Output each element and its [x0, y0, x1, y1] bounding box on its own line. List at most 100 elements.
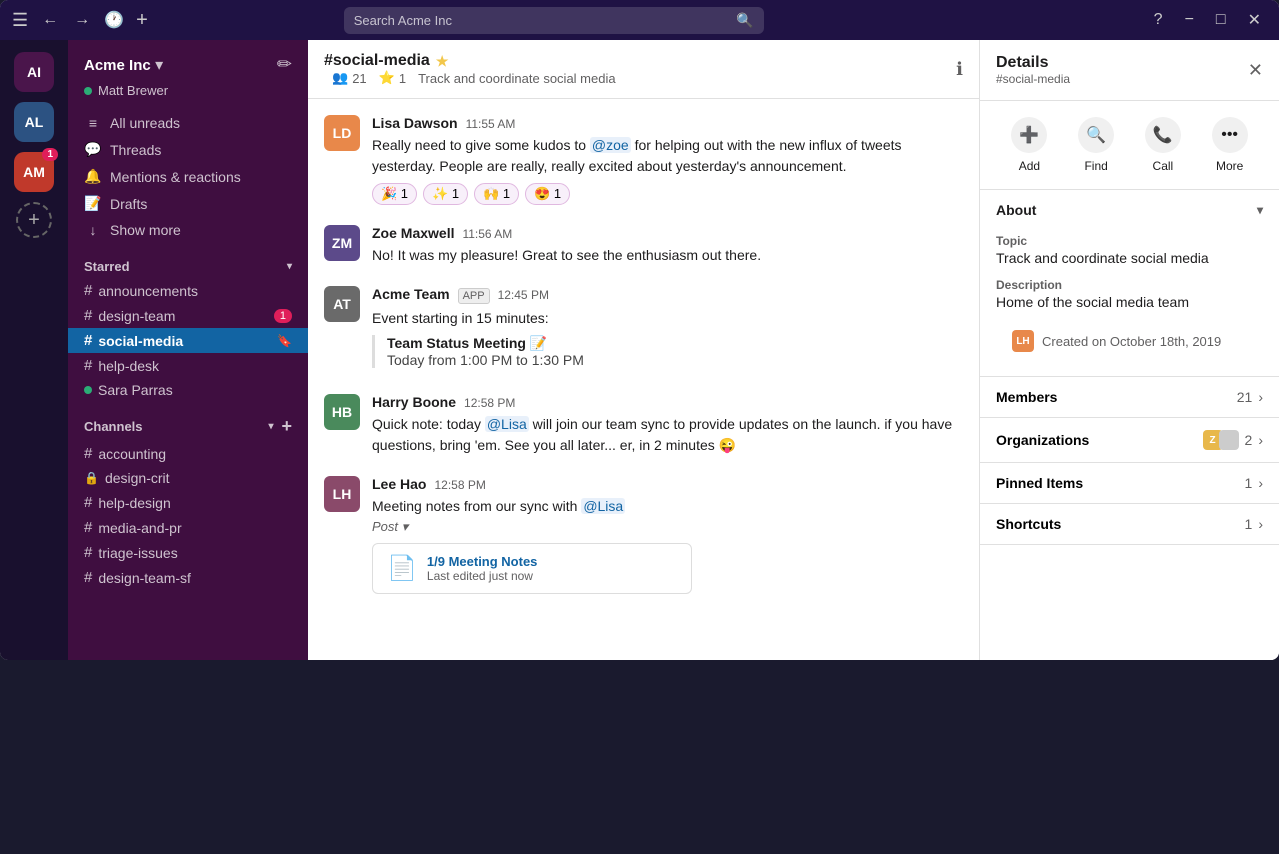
- reaction-party[interactable]: 🎉 1: [372, 183, 417, 205]
- help-button[interactable]: ?: [1148, 9, 1169, 31]
- channel-accounting[interactable]: # accounting: [68, 441, 308, 466]
- compose-button[interactable]: ✏: [277, 54, 292, 75]
- channel-announcements[interactable]: # announcements: [68, 278, 308, 303]
- header-actions: ℹ: [956, 59, 963, 80]
- chat-area: #social-media ★ 👥 21 ⭐ 1 Track and coord…: [308, 40, 979, 660]
- dm-sara-parras[interactable]: Sara Parras: [68, 378, 308, 402]
- back-button[interactable]: ←: [36, 7, 64, 33]
- messages-area: LD Lisa Dawson 11:55 AM Really need to g…: [308, 99, 979, 660]
- starred-section-header[interactable]: Starred ▾: [68, 255, 308, 278]
- channel-help-design[interactable]: # help-design: [68, 490, 308, 515]
- hash-icon: #: [84, 519, 92, 536]
- msg-text-lee: Meeting notes from our sync with @Lisa: [372, 496, 963, 517]
- shortcuts-label: Shortcuts: [996, 516, 1061, 532]
- add-workspace-button[interactable]: +: [16, 202, 52, 238]
- star-count: ⭐ 1: [379, 70, 406, 86]
- lock-icon: 🔒: [84, 471, 99, 485]
- dm-name-sara: Sara Parras: [98, 382, 173, 398]
- chat-header: #social-media ★ 👥 21 ⭐ 1 Track and coord…: [308, 40, 979, 99]
- star-icon[interactable]: ★: [436, 53, 449, 70]
- threads-label: Threads: [110, 142, 292, 158]
- compose-new-icon[interactable]: +: [136, 9, 148, 32]
- reaction-heart-eyes[interactable]: 😍 1: [525, 183, 570, 205]
- sidebar-nav: ≡ All unreads 💬 Threads 🔔 Mentions & rea…: [68, 106, 308, 247]
- description-label: Description: [996, 278, 1263, 292]
- forward-button[interactable]: →: [68, 7, 96, 33]
- details-more-action[interactable]: ••• More: [1212, 117, 1248, 173]
- hash-icon: #: [84, 494, 92, 511]
- workspace-name[interactable]: Acme Inc ▾: [84, 55, 163, 75]
- sidebar-item-threads[interactable]: 💬 Threads: [68, 136, 308, 163]
- minimize-button[interactable]: −: [1179, 9, 1200, 31]
- sidebar-item-mentions[interactable]: 🔔 Mentions & reactions: [68, 163, 308, 190]
- message-content-lisa: Lisa Dawson 11:55 AM Really need to give…: [372, 115, 963, 205]
- msg-author-zoe: Zoe Maxwell: [372, 225, 454, 241]
- message-harry: HB Harry Boone 12:58 PM Quick note: toda…: [324, 394, 963, 456]
- history-icon[interactable]: 🕐: [104, 10, 124, 30]
- mention-lisa: @Lisa: [485, 416, 529, 432]
- channel-social-media[interactable]: # social-media 🔖: [68, 328, 308, 353]
- search-icon: 🔍: [736, 12, 753, 29]
- hamburger-icon[interactable]: ☰: [12, 10, 28, 31]
- channels-section-header[interactable]: Channels ▾ +: [68, 412, 308, 441]
- details-title-group: Details #social-media: [996, 54, 1070, 86]
- bookmark-icon: 🔖: [277, 334, 292, 348]
- members-label: Members: [996, 389, 1057, 405]
- message-header-harry: Harry Boone 12:58 PM: [372, 394, 963, 410]
- details-panel: Details #social-media ✕ ➕ Add 🔍 Find 📞 C…: [979, 40, 1279, 660]
- sidebar-item-show-more[interactable]: ↓ Show more: [68, 217, 308, 243]
- pinned-chevron-icon: ›: [1258, 475, 1263, 491]
- mentions-icon: 🔔: [84, 168, 102, 185]
- channel-topic: Track and coordinate social media: [418, 71, 616, 86]
- search-input[interactable]: [354, 7, 737, 34]
- channel-name-media-and-pr: media-and-pr: [98, 520, 181, 536]
- details-add-action[interactable]: ➕ Add: [1011, 117, 1047, 173]
- avatar-lee: LH: [324, 476, 360, 512]
- channel-triage-issues[interactable]: # triage-issues: [68, 540, 308, 565]
- organizations-label: Organizations: [996, 432, 1089, 448]
- workspace-icon-AM[interactable]: AM 1: [14, 152, 54, 192]
- members-row[interactable]: Members 21 ›: [980, 377, 1279, 418]
- about-label: About: [996, 202, 1036, 218]
- channel-media-and-pr[interactable]: # media-and-pr: [68, 515, 308, 540]
- msg-time-lisa: 11:55 AM: [466, 117, 516, 131]
- about-chevron-icon: ▾: [1257, 203, 1263, 217]
- sidebar-item-drafts[interactable]: 📝 Drafts: [68, 190, 308, 217]
- organizations-row[interactable]: Organizations Z 2 ›: [980, 418, 1279, 463]
- channel-title: #social-media ★: [324, 52, 616, 70]
- main-layout: AI AL AM 1 + Acme Inc ▾ ✏ Matt Brewer: [0, 40, 1279, 660]
- workspace-icon-AL[interactable]: AL: [14, 102, 54, 142]
- app-window: ☰ ← → 🕐 + 🔍 ? − □ ✕ AI AL AM 1: [0, 0, 1279, 660]
- search-bar[interactable]: 🔍: [344, 7, 764, 34]
- workspace-icon-AI[interactable]: AI: [14, 52, 54, 92]
- info-button[interactable]: ℹ: [956, 59, 963, 80]
- sidebar-item-all-unreads[interactable]: ≡ All unreads: [68, 110, 308, 136]
- msg-time-lee: 12:58 PM: [434, 478, 485, 492]
- details-call-action[interactable]: 📞 Call: [1145, 117, 1181, 173]
- maximize-button[interactable]: □: [1210, 9, 1232, 31]
- message-content-acme: Acme Team APP 12:45 PM Event starting in…: [372, 286, 963, 374]
- about-section-header[interactable]: About ▾: [980, 190, 1279, 230]
- add-label: Add: [1019, 159, 1040, 173]
- shortcuts-row[interactable]: Shortcuts 1 ›: [980, 504, 1279, 545]
- reaction-sparkle[interactable]: ✨ 1: [423, 183, 468, 205]
- hash-icon: #: [84, 357, 92, 374]
- file-attachment[interactable]: 📄 1/9 Meeting Notes Last edited just now: [372, 543, 692, 594]
- post-label: Post ▾: [372, 519, 963, 535]
- details-close-button[interactable]: ✕: [1248, 60, 1263, 81]
- channel-name-design-crit: design-crit: [105, 470, 170, 486]
- shortcuts-chevron-icon: ›: [1258, 516, 1263, 532]
- channel-design-team[interactable]: # design-team 1: [68, 303, 308, 328]
- msg-time-harry: 12:58 PM: [464, 396, 515, 410]
- channel-help-desk[interactable]: # help-desk: [68, 353, 308, 378]
- close-button[interactable]: ✕: [1242, 8, 1267, 32]
- channel-design-team-sf[interactable]: # design-team-sf: [68, 565, 308, 590]
- members-count: 21: [1237, 389, 1253, 405]
- channel-name-design-team-sf: design-team-sf: [98, 570, 191, 586]
- msg-text-acme: Event starting in 15 minutes:: [372, 308, 963, 329]
- add-channel-icon[interactable]: +: [281, 416, 292, 437]
- details-find-action[interactable]: 🔍 Find: [1078, 117, 1114, 173]
- reaction-clap[interactable]: 🙌 1: [474, 183, 519, 205]
- pinned-items-row[interactable]: Pinned Items 1 ›: [980, 463, 1279, 504]
- channel-design-crit[interactable]: 🔒 design-crit: [68, 466, 308, 490]
